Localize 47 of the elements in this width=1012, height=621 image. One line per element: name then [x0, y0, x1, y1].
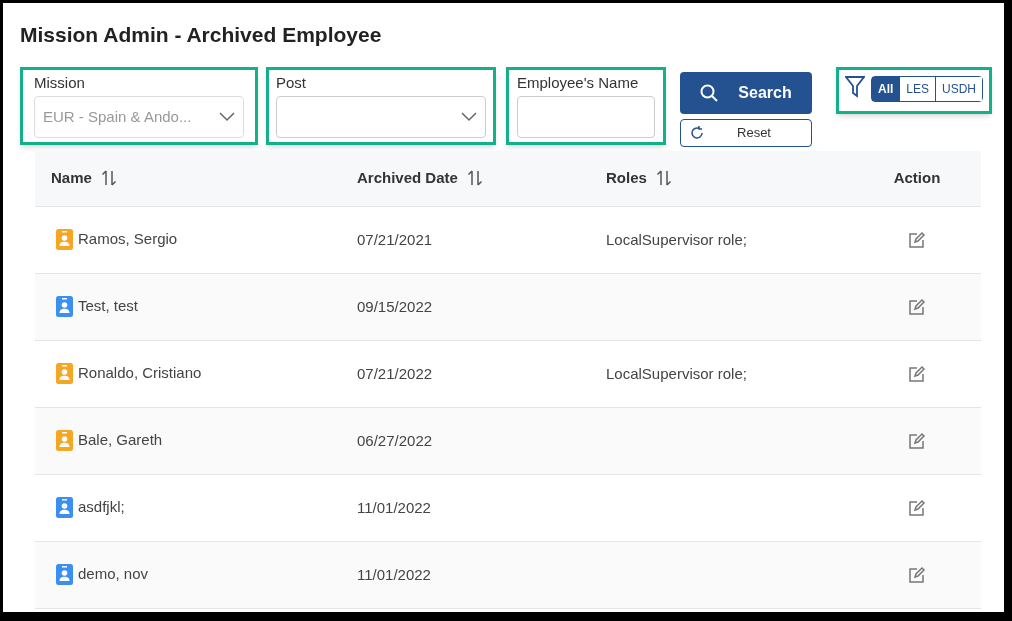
id-badge-icon: [56, 363, 73, 384]
employee-name-field[interactable]: [517, 96, 655, 138]
sort-icon[interactable]: [99, 169, 118, 187]
field-label: Employee's Name: [517, 72, 640, 93]
employee-name: Bale, Gareth: [78, 430, 163, 451]
employee-name: Ronaldo, Cristiano: [78, 363, 202, 384]
search-button[interactable]: Search: [680, 71, 812, 114]
archived-date: 11/01/2022: [357, 498, 431, 516]
archived-date: 06/27/2022: [357, 431, 433, 449]
id-badge-icon: [56, 430, 73, 451]
edit-icon[interactable]: [908, 364, 926, 383]
roles-text: LocalSupervisor role;: [606, 364, 747, 382]
roles-text: LocalSupervisor role;: [606, 230, 747, 248]
archived-date: 07/21/2021: [357, 230, 433, 248]
id-badge-icon: [56, 497, 73, 518]
type-toggle-option[interactable]: USDH: [935, 76, 983, 101]
column-header[interactable]: Name: [51, 166, 118, 190]
filter-icon: [845, 75, 865, 98]
page-title: Mission Admin - Archived Employee: [20, 22, 383, 48]
type-toggle-option[interactable]: All: [872, 76, 900, 101]
chevron-down-icon: [461, 112, 477, 122]
employee-name: Ramos, Sergio: [78, 229, 178, 250]
edit-icon[interactable]: [908, 498, 926, 517]
employee-name: asdfjkl;: [78, 497, 125, 518]
column-header: Action: [893, 167, 941, 188]
archived-date: 11/01/2022: [357, 565, 431, 583]
edit-icon[interactable]: [908, 565, 926, 584]
edit-icon[interactable]: [908, 230, 926, 249]
id-badge-icon: [56, 296, 73, 317]
sort-icon[interactable]: [654, 169, 673, 187]
employee-name: demo, nov: [78, 564, 149, 585]
archived-date: 07/21/2022: [357, 364, 433, 382]
id-badge-icon: [56, 564, 73, 585]
edit-icon[interactable]: [908, 297, 926, 316]
field-label: Mission: [34, 72, 86, 93]
field-label: Post: [276, 72, 307, 93]
search-icon: [700, 83, 719, 102]
employee-name: Test, test: [78, 296, 139, 317]
reset-button[interactable]: Reset: [680, 118, 812, 147]
reset-icon: [689, 124, 705, 141]
sort-icon[interactable]: [465, 169, 484, 187]
archived-date: 09/15/2022: [357, 297, 433, 315]
column-header[interactable]: Archived Date: [357, 166, 484, 190]
chevron-down-icon: [219, 112, 235, 122]
column-header[interactable]: Roles: [606, 166, 673, 190]
id-badge-icon: [56, 229, 73, 250]
edit-icon[interactable]: [908, 431, 926, 450]
